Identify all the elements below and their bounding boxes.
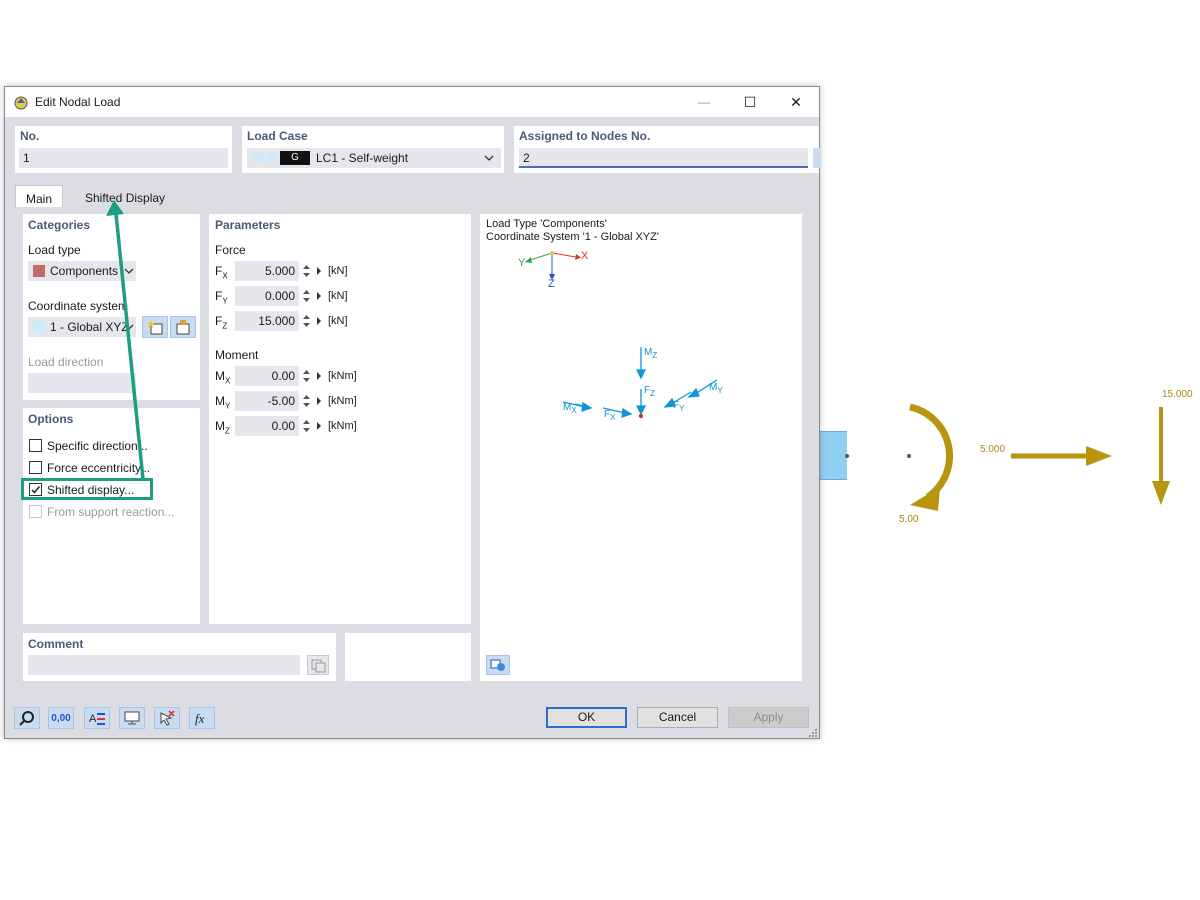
annotation-arrow-svg bbox=[106, 200, 145, 480]
annotation-arrow-line bbox=[114, 213, 145, 480]
annotation-arrowhead bbox=[106, 200, 124, 216]
